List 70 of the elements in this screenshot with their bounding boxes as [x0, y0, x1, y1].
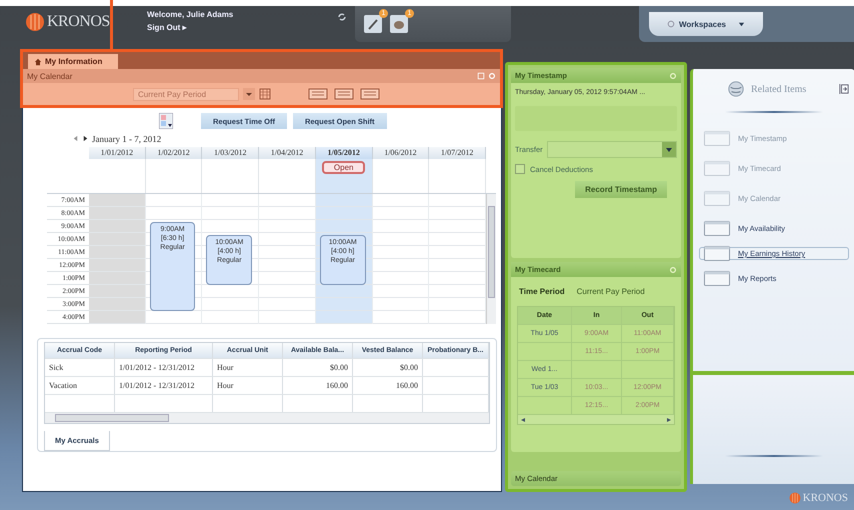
day-header[interactable]: 1/06/2012 — [372, 147, 430, 159]
day-header[interactable]: 1/02/2012 — [146, 147, 202, 159]
table-cell: Vacation — [45, 377, 115, 394]
view-icon[interactable] — [333, 88, 355, 100]
window-icon — [704, 191, 730, 206]
day-header[interactable]: 1/05/2012 — [316, 147, 373, 159]
maximize-icon[interactable] — [477, 72, 485, 80]
settings-icon[interactable] — [669, 266, 677, 274]
view-icon[interactable] — [307, 88, 329, 100]
horizontal-scrollbar[interactable] — [518, 415, 674, 424]
field-label: Time Period — [519, 287, 565, 296]
vertical-scrollbar[interactable] — [486, 194, 496, 324]
table-cell: $0.00 — [283, 359, 353, 376]
scroll-right-icon — [666, 416, 672, 422]
window-icon — [704, 161, 730, 176]
workspaces-tab[interactable]: Workspaces — [649, 12, 763, 36]
checkbox[interactable] — [515, 164, 525, 174]
table-cell: 1/01/2012 - 12/31/2012 — [115, 359, 213, 376]
previous-icon[interactable] — [72, 135, 79, 142]
tag-icon[interactable] — [389, 14, 409, 34]
period-value: Current Pay Period — [576, 287, 645, 296]
window-icon — [704, 246, 730, 261]
table-cell: 160.00 — [283, 377, 353, 394]
window-icon — [704, 131, 730, 146]
panel-title: Related Items — [751, 84, 808, 94]
logo-text: KRONOS — [802, 492, 848, 504]
collapse-icon[interactable] — [839, 83, 849, 95]
horizontal-scrollbar[interactable] — [45, 413, 489, 423]
notepad-icon[interactable] — [363, 14, 383, 34]
globe-icon — [727, 80, 745, 98]
day-column[interactable] — [89, 194, 146, 324]
panel-title: My Calendar — [27, 72, 74, 80]
table-cell: Hour — [213, 377, 283, 394]
settings-icon[interactable] — [669, 72, 677, 80]
tab[interactable]: My Information — [28, 54, 118, 69]
dropdown-icon[interactable] — [243, 88, 255, 100]
window-icon — [704, 271, 730, 286]
all-day-cell[interactable]: Open — [316, 159, 373, 193]
day-header[interactable]: 1/01/2012 — [89, 147, 146, 159]
dropdown-icon — [662, 142, 676, 157]
day-header[interactable]: 1/07/2012 — [429, 147, 486, 159]
logo-icon — [25, 12, 45, 32]
home-icon — [34, 58, 42, 66]
refresh-icon[interactable] — [337, 12, 347, 22]
next-icon[interactable] — [82, 135, 89, 142]
table-cell: Sick — [45, 359, 115, 376]
table-cell: $0.00 — [353, 359, 423, 376]
day-column[interactable] — [429, 194, 486, 324]
logo-icon — [788, 492, 801, 504]
day-column[interactable] — [259, 194, 316, 324]
workspaces-icon — [667, 20, 675, 28]
welcome-text: Welcome, Julie Adams — [147, 10, 234, 19]
window-icon — [704, 221, 730, 236]
table-cell: 1/01/2012 - 12/31/2012 — [115, 377, 213, 394]
day-header[interactable]: 1/04/2012 — [259, 147, 316, 159]
scroll-left-icon — [520, 416, 526, 422]
table-cell: 160.00 — [353, 377, 423, 394]
table-cell: Hour — [213, 359, 283, 376]
record-timestamp-button[interactable]: Record Timestamp — [575, 181, 667, 198]
date-range: January 1 - 7, 2012 — [92, 134, 162, 144]
open-shift-tag[interactable]: Open — [322, 161, 366, 174]
sign-out-link[interactable]: Sign Out ▸ — [147, 23, 337, 32]
day-column[interactable] — [372, 194, 430, 324]
view-icon[interactable] — [359, 88, 381, 100]
calendar-icon[interactable] — [259, 88, 271, 100]
transfer-dropdown[interactable] — [546, 141, 677, 158]
day-header[interactable]: 1/03/2012 — [202, 147, 260, 159]
caret-icon — [738, 20, 745, 28]
logo-text: KRONOS — [47, 13, 110, 31]
legend-icon[interactable] — [159, 113, 173, 129]
